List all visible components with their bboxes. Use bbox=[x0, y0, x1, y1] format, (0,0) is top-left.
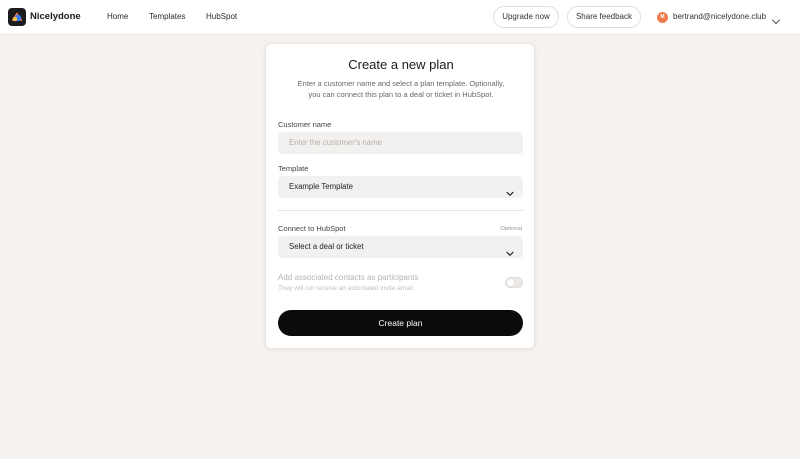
customer-name-field[interactable] bbox=[278, 132, 523, 154]
top-bar: Nicelydone Home Templates HubSpot Upgrad… bbox=[0, 0, 800, 35]
template-select[interactable]: Example Template bbox=[278, 176, 523, 198]
hubspot-select-value: Select a deal or ticket bbox=[289, 242, 364, 251]
nav-home[interactable]: Home bbox=[107, 12, 128, 21]
upgrade-button[interactable]: Upgrade now bbox=[493, 6, 559, 28]
toggle-knob bbox=[507, 279, 514, 286]
page-description: Enter a customer name and select a plan … bbox=[286, 78, 516, 100]
participants-toggle[interactable] bbox=[505, 277, 523, 288]
app-logo-icon[interactable] bbox=[8, 8, 26, 26]
app-name[interactable]: Nicelydone bbox=[30, 11, 81, 22]
nav-templates[interactable]: Templates bbox=[149, 12, 185, 21]
description-line-1: Enter a customer name and select a plan … bbox=[297, 79, 505, 88]
page-title: Create a new plan bbox=[348, 57, 454, 72]
participants-title: Add associated contacts as participants bbox=[278, 273, 419, 282]
nav-hubspot[interactable]: HubSpot bbox=[206, 12, 237, 21]
create-plan-button[interactable]: Create plan bbox=[278, 310, 523, 336]
template-select-value: Example Template bbox=[289, 182, 353, 191]
share-feedback-button[interactable]: Share feedback bbox=[567, 6, 641, 28]
optional-badge: Optional bbox=[500, 226, 522, 232]
hubspot-label: Connect to HubSpot bbox=[278, 224, 346, 233]
template-label: Template bbox=[278, 164, 309, 173]
create-plan-card: Create a new plan Enter a customer name … bbox=[265, 43, 535, 349]
chevron-down-icon bbox=[506, 244, 514, 266]
chevron-down-icon[interactable] bbox=[771, 13, 781, 31]
avatar[interactable]: M bbox=[657, 12, 668, 23]
hubspot-select[interactable]: Select a deal or ticket bbox=[278, 236, 523, 258]
participants-subtitle: They will not receive an automated invit… bbox=[278, 285, 415, 292]
customer-name-input[interactable] bbox=[289, 132, 509, 153]
description-line-2: you can connect this plan to a deal or t… bbox=[308, 90, 494, 99]
customer-name-label: Customer name bbox=[278, 120, 332, 129]
divider bbox=[278, 210, 523, 211]
user-email[interactable]: bertrand@nicelydone.club bbox=[673, 12, 766, 21]
chevron-down-icon bbox=[506, 184, 514, 206]
